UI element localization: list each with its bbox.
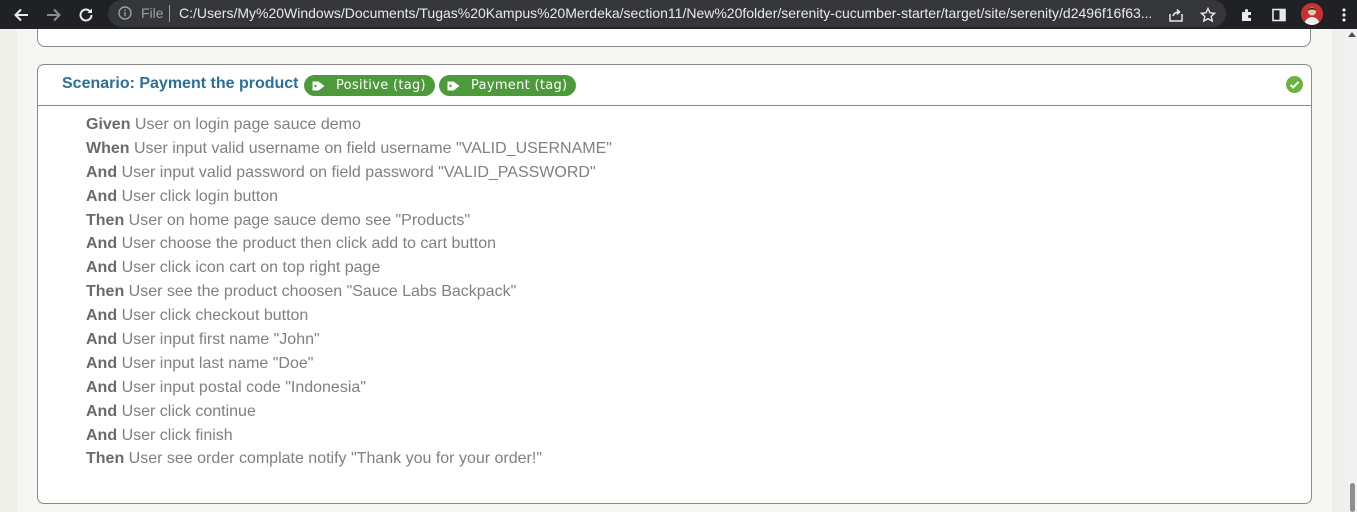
- tag-icon: [447, 81, 460, 90]
- step-keyword: And: [86, 235, 118, 253]
- step-row: Then User on home page sauce demo see "P…: [86, 211, 612, 235]
- step-row: And User click icon cart on top right pa…: [86, 258, 612, 282]
- step-row: And User click checkout button: [86, 306, 612, 330]
- step-keyword: Then: [86, 450, 125, 468]
- step-text: User input postal code "Indonesia": [121, 378, 366, 396]
- scrollbar-thumb[interactable]: [1350, 483, 1355, 512]
- step-text: User input valid password on field passw…: [121, 163, 596, 181]
- scenario-steps: Given User on login page sauce demo When…: [86, 115, 612, 473]
- page-scrollbar[interactable]: [1345, 29, 1357, 512]
- step-row: Given User on login page sauce demo: [86, 115, 612, 139]
- tag-label: Payment (tag): [471, 78, 568, 93]
- bookmark-star-icon[interactable]: [1197, 4, 1219, 26]
- step-keyword: And: [86, 426, 118, 444]
- scenario-title: Scenario: Payment the product: [62, 75, 299, 92]
- step-text: User input last name "Doe": [121, 354, 314, 372]
- url-text[interactable]: C:/Users/My%20Windows/Documents/Tugas%20…: [179, 5, 1151, 21]
- step-keyword: When: [86, 139, 130, 157]
- browser-toolbar: File C:/Users/My%20Windows/Documents/Tug…: [0, 0, 1357, 29]
- share-icon[interactable]: [1165, 4, 1187, 26]
- step-text: User click finish: [121, 426, 233, 444]
- step-row: And User click continue: [86, 402, 612, 426]
- step-text: User on home page sauce demo see "Produc…: [128, 211, 470, 229]
- scenario-header: Scenario: Payment the product Positive (…: [38, 65, 1311, 106]
- step-text: User click icon cart on top right page: [121, 259, 381, 277]
- side-panel-icon[interactable]: [1268, 4, 1290, 26]
- step-keyword: Then: [86, 211, 125, 229]
- file-scheme-label: File: [141, 5, 164, 21]
- step-row: And User click finish: [86, 426, 612, 450]
- step-keyword: And: [86, 259, 118, 277]
- step-keyword: And: [86, 187, 118, 205]
- step-keyword: Then: [86, 283, 125, 301]
- step-row: And User input valid password on field p…: [86, 163, 612, 187]
- divider: [169, 5, 170, 22]
- step-row: Then User see order complate notify "Tha…: [86, 449, 612, 473]
- tag-icon: [312, 81, 325, 90]
- step-row: Then User see the product choosen "Sauce…: [86, 282, 612, 306]
- back-icon[interactable]: [10, 4, 32, 26]
- extensions-icon[interactable]: [1236, 4, 1258, 26]
- info-icon[interactable]: [118, 6, 132, 20]
- step-keyword: Given: [86, 116, 131, 133]
- step-row: And User choose the product then click a…: [86, 234, 612, 258]
- step-text: User input first name "John": [121, 331, 320, 349]
- tag-label: Positive (tag): [336, 78, 426, 93]
- scroll-up-arrow-icon[interactable]: [1348, 32, 1356, 37]
- step-text: User click login button: [121, 187, 279, 205]
- step-text: User see the product choosen "Sauce Labs…: [128, 283, 517, 301]
- forward-icon[interactable]: [43, 4, 65, 26]
- step-keyword: And: [86, 163, 118, 181]
- step-row: And User input last name "Doe": [86, 354, 612, 378]
- profile-avatar[interactable]: [1301, 3, 1323, 25]
- passed-check-icon: [1286, 76, 1303, 93]
- step-row: When User input valid username on field …: [86, 139, 612, 163]
- step-keyword: And: [86, 307, 118, 325]
- step-keyword: And: [86, 354, 118, 372]
- step-text: User click continue: [121, 402, 256, 420]
- step-keyword: And: [86, 331, 118, 349]
- step-text: User choose the product then click add t…: [121, 235, 496, 253]
- reload-icon[interactable]: [75, 4, 97, 26]
- step-row: And User input first name "John": [86, 330, 612, 354]
- previous-scenario-card: [37, 29, 1311, 47]
- step-text: User on login page sauce demo: [134, 116, 361, 133]
- step-keyword: And: [86, 402, 118, 420]
- step-row: And User click login button: [86, 187, 612, 211]
- step-keyword: And: [86, 378, 118, 396]
- step-text: User input valid username on field usern…: [134, 139, 612, 157]
- tag-payment[interactable]: Payment (tag): [439, 75, 576, 96]
- step-row: And User input postal code "Indonesia": [86, 378, 612, 402]
- tag-positive[interactable]: Positive (tag): [304, 75, 435, 96]
- scenario-card: Scenario: Payment the product Positive (…: [37, 64, 1312, 504]
- step-text: User click checkout button: [121, 307, 309, 325]
- browser-menu-icon[interactable]: [1333, 4, 1355, 26]
- step-text: User see order complate notify "Thank yo…: [128, 450, 542, 468]
